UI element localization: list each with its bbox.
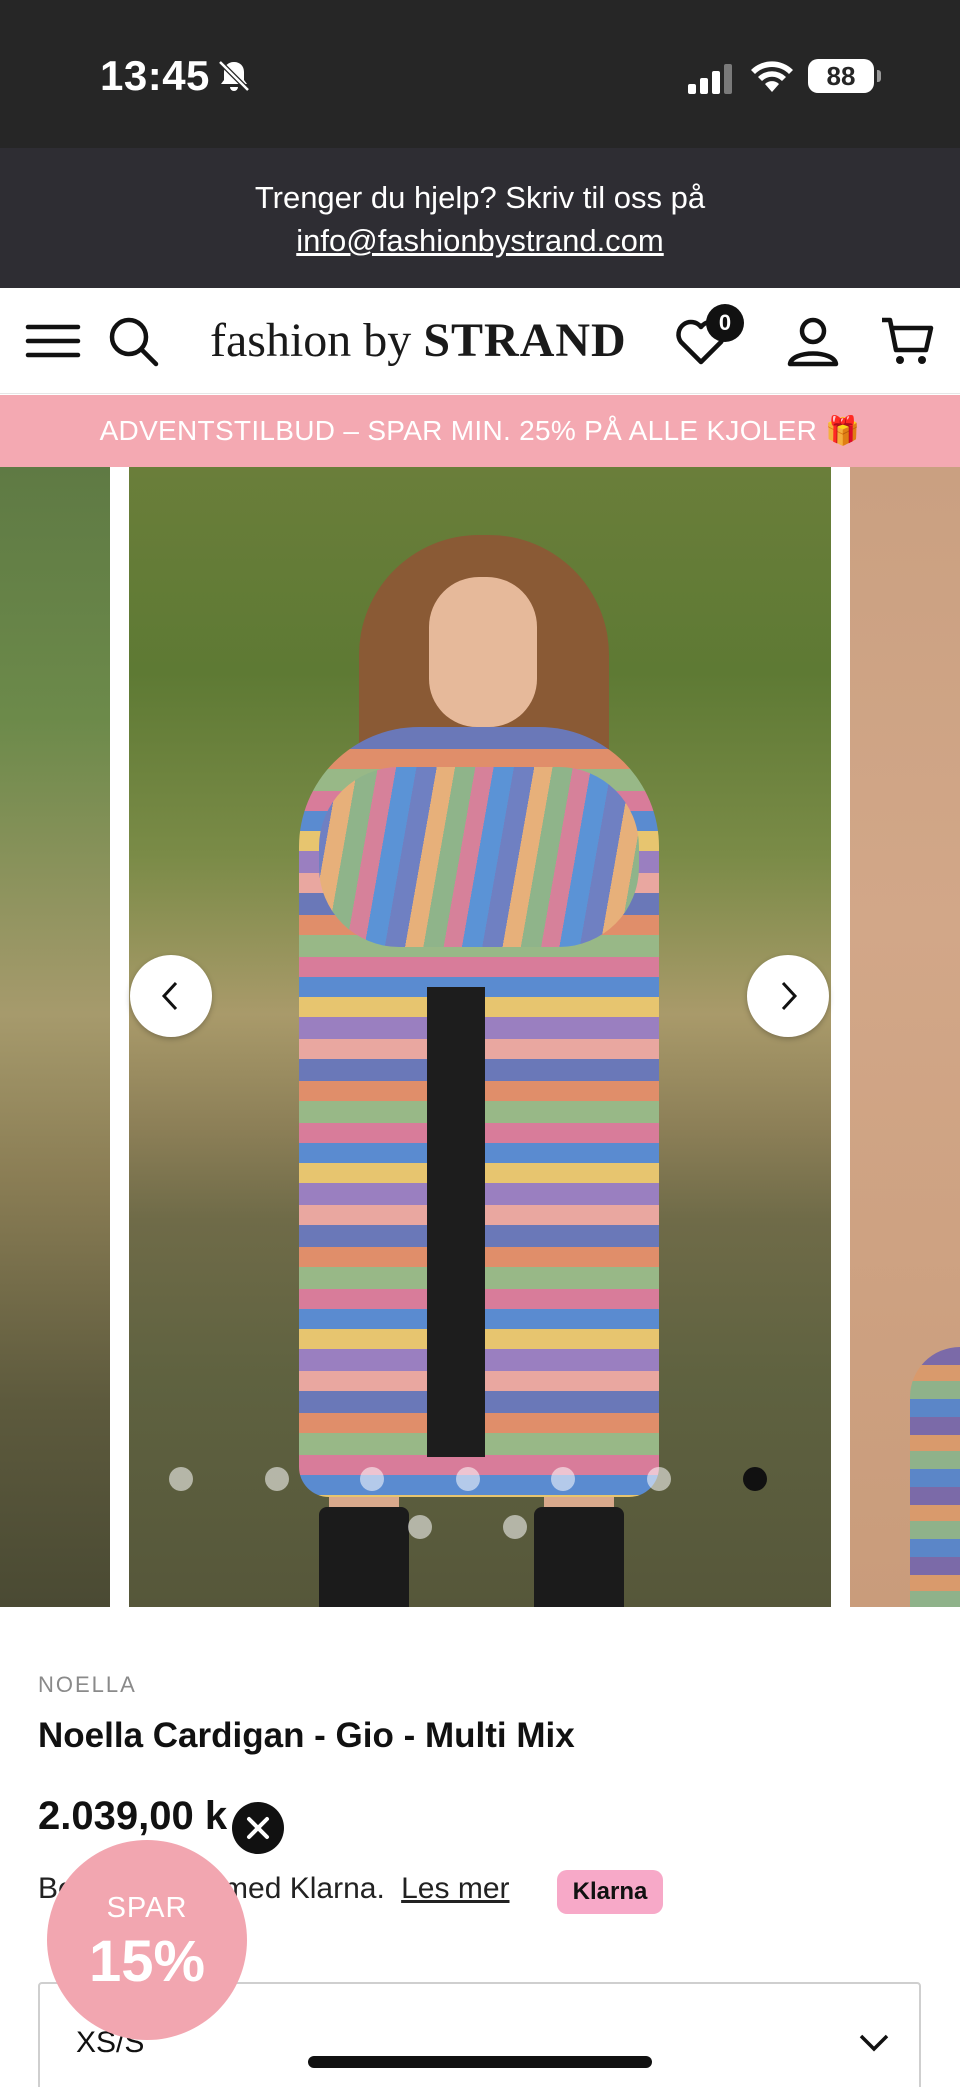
logo-text-bold: STRAND (423, 314, 627, 367)
model-boot (534, 1507, 624, 1607)
bell-slash-icon (218, 60, 250, 92)
carousel-dot[interactable] (360, 1467, 384, 1491)
discount-badge-label: SPAR (106, 1892, 188, 1924)
carousel-dot[interactable] (503, 1515, 527, 1539)
carousel-dot[interactable] (265, 1467, 289, 1491)
battery-level: 88 (826, 60, 856, 91)
site-header: fashion by STRAND 0 (0, 288, 960, 394)
wishlist-count-badge: 0 (706, 304, 744, 342)
carousel-slide-next[interactable] (850, 467, 960, 1607)
chevron-left-icon (161, 981, 178, 1011)
product-image[interactable] (129, 467, 831, 1607)
chevron-right-icon (781, 981, 798, 1011)
wishlist-count: 0 (718, 310, 732, 335)
status-bar: 13:45 88 (0, 0, 960, 148)
carousel-dot[interactable] (169, 1467, 193, 1491)
klarna-badge: Klarna (557, 1870, 663, 1914)
chevron-down-icon (859, 2034, 889, 2052)
logo-text-light: fashion by (210, 314, 424, 367)
help-email-link[interactable]: info@fashionbystrand.com (296, 223, 664, 258)
carousel-dot[interactable] (456, 1467, 480, 1491)
clock: 13:45 (100, 52, 210, 99)
inner-dress (427, 987, 485, 1457)
carousel-next-button[interactable] (747, 955, 829, 1037)
carousel-prev-button[interactable] (130, 955, 212, 1037)
product-price: 2.039,00 k (38, 1794, 228, 1838)
help-text: Trenger du hjelp? Skriv til oss på (254, 180, 706, 215)
close-discount-button[interactable] (232, 1802, 284, 1854)
discount-badge-value: 15% (88, 1929, 206, 1994)
site-logo[interactable]: fashion by STRAND (210, 308, 650, 374)
model-boot (319, 1507, 409, 1607)
wifi-icon (751, 61, 793, 92)
crossed-arms (319, 767, 639, 947)
klarna-badge-label: Klarna (572, 1878, 648, 1905)
search-icon[interactable] (104, 312, 162, 370)
model-face (429, 577, 537, 727)
help-banner: Trenger du hjelp? Skriv til oss på info@… (0, 148, 960, 288)
carousel-dot[interactable] (408, 1515, 432, 1539)
next-image-peek (910, 1347, 960, 1607)
carousel-dot[interactable] (743, 1467, 767, 1491)
carousel-slide-previous[interactable] (0, 467, 110, 1607)
close-icon (247, 1817, 269, 1839)
menu-icon[interactable] (24, 312, 82, 370)
account-icon[interactable] (784, 312, 842, 370)
cart-icon[interactable] (878, 312, 936, 370)
home-indicator (308, 2056, 652, 2068)
product-brand[interactable]: NOELLA (38, 1672, 137, 1698)
promo-text: ADVENTSTILBUD – SPAR MIN. 25% PÅ ALLE KJ… (99, 415, 861, 446)
klarna-text: med Klarna. (223, 1872, 385, 1905)
product-title: Noella Cardigan - Gio - Multi Mix (38, 1716, 575, 1755)
klarna-read-more-link[interactable]: Les mer (401, 1872, 509, 1905)
discount-badge[interactable]: SPAR 15% (47, 1840, 247, 2040)
carousel-dot[interactable] (647, 1467, 671, 1491)
carousel-dot[interactable] (551, 1467, 575, 1491)
product-image-carousel[interactable] (0, 467, 960, 1607)
promo-banner[interactable]: ADVENTSTILBUD – SPAR MIN. 25% PÅ ALLE KJ… (0, 395, 960, 467)
cellular-signal-icon (688, 64, 732, 94)
battery-icon: 88 (808, 59, 881, 93)
